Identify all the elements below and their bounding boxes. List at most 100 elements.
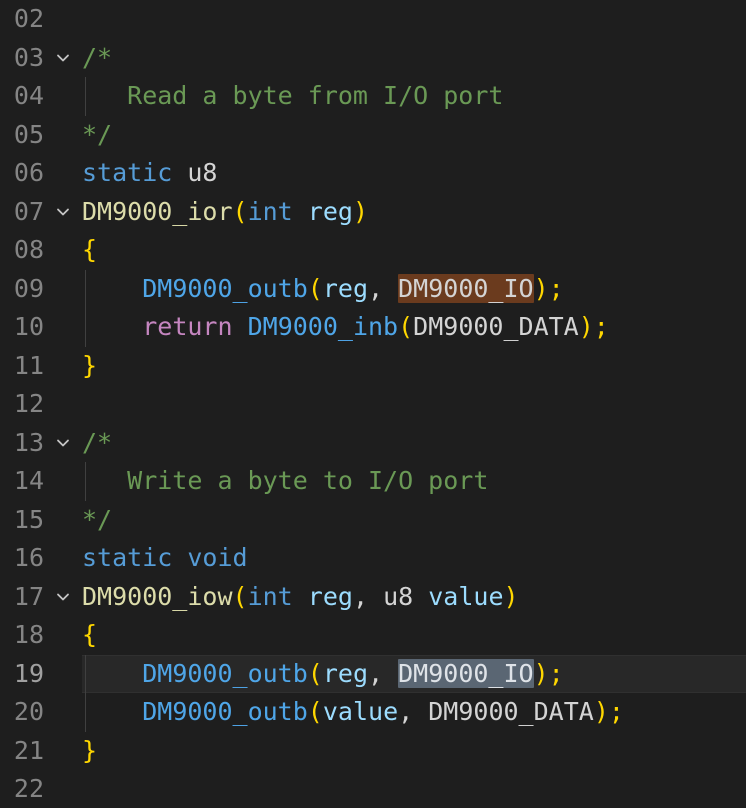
comment-token: /* [82, 42, 113, 72]
editor-line[interactable]: 05 */ [0, 116, 746, 155]
bracket-token: ( [232, 196, 248, 226]
line-content: */ [82, 116, 112, 155]
line-number: 21 [13, 735, 44, 765]
comment-token: /* [82, 427, 113, 457]
line-content: Read a byte from I/O port [82, 77, 503, 116]
argument-token: reg [322, 658, 369, 688]
keyword-token: void [187, 543, 248, 572]
editor-line[interactable]: 08 { [0, 231, 746, 270]
editor-line[interactable]: 02 [0, 0, 746, 39]
editor-line[interactable]: 04 Read a byte from I/O port [0, 77, 746, 116]
line-number: 07 [13, 196, 44, 226]
editor-line[interactable]: 18 { [0, 616, 746, 655]
line-number: 02 [13, 4, 44, 33]
line-content: DM9000_outb(reg, DM9000_IO); [82, 270, 564, 309]
editor-line[interactable]: 12 [0, 385, 746, 424]
brace-token: { [82, 235, 98, 264]
line-content: */ [82, 501, 112, 540]
editor-line[interactable]: 10 return DM9000_inb(DM9000_DATA); [0, 308, 746, 347]
control-keyword-token: return [142, 312, 233, 341]
argument-token: DM9000_DATA [428, 697, 594, 726]
editor-line[interactable]: 16 static void [0, 539, 746, 578]
line-number: 12 [13, 389, 44, 418]
line-content: /* [82, 424, 112, 463]
editor-line[interactable]: 07 DM9000_ior(int reg) [0, 193, 746, 232]
line-content: } [82, 347, 97, 386]
bracket-token: ); [578, 312, 609, 341]
keyword-token: int [247, 581, 293, 611]
parameter-token: reg [307, 196, 353, 226]
editor-line[interactable]: 17 DM9000_iow(int reg, u8 value) [0, 578, 746, 617]
keyword-token: static [82, 543, 173, 572]
editor-line[interactable]: 13 /* [0, 424, 746, 463]
chevron-down-icon[interactable] [50, 39, 76, 78]
bracket-token: ); [533, 273, 564, 303]
chevron-down-icon[interactable] [50, 578, 76, 617]
bracket-token: ( [307, 658, 323, 688]
bracket-token: ) [352, 196, 369, 226]
line-number: 19 [13, 658, 44, 688]
function-call-token: DM9000_outb [142, 697, 308, 726]
line-content: DM9000_outb(value, DM9000_DATA); [82, 693, 624, 732]
bracket-token: ( [307, 697, 323, 726]
line-content: DM9000_outb(reg, DM9000_IO); [82, 655, 564, 694]
line-number: 11 [13, 350, 44, 380]
editor-line[interactable]: 11 } [0, 347, 746, 386]
line-number: 10 [13, 312, 44, 341]
function-name-token: DM9000_ior [82, 196, 233, 226]
editor-line[interactable]: 20 DM9000_outb(value, DM9000_DATA); [0, 693, 746, 732]
line-content: { [82, 616, 97, 655]
editor-line[interactable]: 03 /* [0, 39, 746, 78]
editor-line-active[interactable]: 19 DM9000_outb(reg, DM9000_IO); [0, 654, 746, 694]
line-content: static void [82, 539, 248, 578]
bracket-token: ( [307, 273, 323, 303]
line-number: 08 [13, 235, 44, 264]
editor-line[interactable]: 22 [0, 770, 746, 808]
line-content: { [82, 231, 97, 270]
selection-highlight[interactable]: DM9000_IO [398, 658, 534, 688]
function-call-token: DM9000_outb [142, 273, 308, 303]
line-number: 03 [13, 42, 44, 72]
comma-token: , [352, 581, 384, 611]
bracket-token: ); [593, 697, 624, 726]
function-name-token: DM9000_iow [82, 581, 233, 611]
function-call-token: DM9000_outb [142, 658, 308, 688]
argument-token: reg [322, 273, 369, 303]
brace-token: } [82, 350, 98, 380]
editor-line[interactable]: 09 DM9000_outb(reg, DM9000_IO); [0, 269, 746, 309]
editor-line[interactable]: 21 } [0, 732, 746, 771]
bracket-token: ); [533, 658, 564, 688]
comment-token: Write a byte to I/O port [82, 466, 489, 495]
line-number: 09 [13, 273, 44, 303]
chevron-down-icon[interactable] [50, 424, 76, 463]
line-number: 17 [13, 581, 44, 611]
chevron-down-icon[interactable] [50, 193, 76, 232]
code-editor[interactable]: 02 03 /* 04 Read a byte from I/O port 05… [0, 0, 746, 808]
comma-token: , [368, 658, 399, 688]
bracket-token: ( [398, 312, 414, 341]
comment-token: */ [82, 119, 113, 149]
function-call-token: DM9000_inb [247, 312, 399, 341]
editor-line[interactable]: 15 */ [0, 501, 746, 540]
find-match-highlight[interactable]: DM9000_IO [398, 273, 534, 303]
keyword-token: int [247, 196, 293, 226]
comma-token: , [398, 697, 429, 726]
bracket-token: ( [232, 581, 248, 611]
parameter-token: value [428, 581, 504, 611]
argument-token: DM9000_DATA [413, 312, 579, 341]
type-token: u8 [187, 158, 218, 187]
line-number: 15 [13, 504, 44, 534]
line-content: return DM9000_inb(DM9000_DATA); [82, 308, 609, 347]
argument-token: value [322, 697, 399, 726]
line-number: 16 [13, 543, 44, 572]
line-number: 20 [13, 697, 44, 726]
line-number: 14 [13, 466, 44, 495]
editor-line[interactable]: 14 Write a byte to I/O port [0, 462, 746, 501]
editor-line[interactable]: 06 static u8 [0, 154, 746, 193]
line-number: 18 [13, 620, 44, 649]
